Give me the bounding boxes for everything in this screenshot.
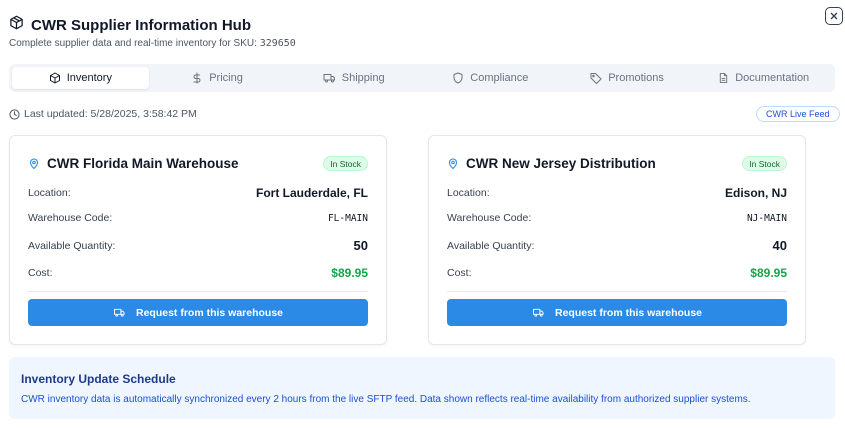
schedule-description: CWR inventory data is automatically sync…: [21, 394, 751, 405]
document-icon: [720, 72, 728, 84]
sku-value: 329650: [259, 38, 296, 49]
tab-label: Promotions: [608, 72, 664, 84]
map-pin-icon: [448, 158, 458, 170]
subtitle-text: Complete supplier data and real-time inv…: [9, 38, 260, 49]
location-row: Location: Fort Lauderdale, FL: [28, 186, 368, 200]
cost-label: Cost:: [447, 267, 472, 279]
tab-label: Pricing: [209, 72, 243, 84]
warehouse-code-value: NJ-MAIN: [746, 212, 787, 224]
tab-label: Compliance: [470, 72, 529, 84]
quantity-value: 40: [772, 238, 787, 253]
location-row: Location: Edison, NJ: [447, 186, 787, 200]
update-schedule-panel: Inventory Update Schedule CWR inventory …: [9, 357, 835, 419]
tab-label: Shipping: [341, 72, 385, 84]
divider: [447, 291, 787, 292]
live-feed-badge: CWR Live Feed: [756, 106, 840, 122]
map-pin-icon: [29, 158, 39, 170]
warehouse-card: CWR Florida Main Warehouse In Stock Loca…: [9, 135, 387, 345]
stock-badge: In Stock: [323, 156, 368, 171]
location-label: Location:: [447, 187, 490, 199]
location-label: Location:: [28, 187, 71, 199]
warehouse-card-header: CWR Florida Main Warehouse In Stock: [28, 156, 368, 171]
clock-icon: [9, 108, 20, 120]
cost-row: Cost: $89.95: [447, 266, 787, 280]
tab-promotions[interactable]: Promotions: [559, 67, 696, 89]
cost-row: Cost: $89.95: [28, 266, 368, 280]
location-value: Fort Lauderdale, FL: [255, 186, 368, 200]
warehouse-code-row: Warehouse Code: FL-MAIN: [28, 212, 368, 224]
tab-bar: Inventory Pricing Shipping Compliance Pr…: [9, 64, 835, 92]
warehouse-code-label: Warehouse Code:: [447, 212, 532, 224]
tab-label: Documentation: [735, 72, 810, 84]
header: CWR Supplier Information Hub: [9, 15, 251, 35]
schedule-title: Inventory Update Schedule: [21, 372, 176, 386]
warehouse-code-label: Warehouse Code:: [28, 212, 113, 224]
page-title: CWR Supplier Information Hub: [31, 16, 251, 34]
cost-value: $89.95: [331, 266, 368, 280]
cost-label: Cost:: [28, 267, 53, 279]
cost-value: $89.95: [750, 266, 787, 280]
tab-pricing[interactable]: Pricing: [149, 67, 286, 89]
warehouse-card: CWR New Jersey Distribution In Stock Loc…: [428, 135, 806, 345]
quantity-label: Available Quantity:: [447, 239, 535, 252]
request-button-label: Request from this warehouse: [554, 306, 703, 319]
stock-badge: In Stock: [742, 156, 787, 171]
quantity-value: 50: [353, 238, 368, 253]
close-button[interactable]: [825, 7, 843, 25]
package-icon: [9, 15, 24, 35]
truck-icon: [113, 308, 125, 317]
shield-icon: [453, 72, 463, 84]
box-icon: [49, 72, 60, 84]
last-updated: Last updated: 5/28/2025, 3:58:42 PM: [9, 108, 197, 120]
warehouse-name: CWR New Jersey Distribution: [466, 156, 656, 171]
warehouse-code-row: Warehouse Code: NJ-MAIN: [447, 212, 787, 224]
page-subtitle: Complete supplier data and real-time inv…: [9, 38, 296, 49]
warehouse-name: CWR Florida Main Warehouse: [47, 156, 239, 171]
tab-documentation[interactable]: Documentation: [695, 67, 832, 89]
truck-icon: [323, 74, 335, 83]
request-button-label: Request from this warehouse: [135, 306, 284, 319]
tab-inventory[interactable]: Inventory: [12, 67, 149, 89]
last-updated-text: Last updated: 5/28/2025, 3:58:42 PM: [24, 108, 197, 120]
request-warehouse-button[interactable]: Request from this warehouse: [447, 299, 787, 326]
warehouse-code-value: FL-MAIN: [327, 212, 368, 224]
request-warehouse-button[interactable]: Request from this warehouse: [28, 299, 368, 326]
quantity-row: Available Quantity: 40: [447, 238, 787, 253]
quantity-row: Available Quantity: 50: [28, 238, 368, 253]
quantity-label: Available Quantity:: [28, 239, 116, 252]
location-value: Edison, NJ: [724, 186, 787, 200]
tab-label: Inventory: [66, 72, 112, 84]
truck-icon: [532, 308, 544, 317]
tag-icon: [590, 73, 602, 84]
close-icon: [830, 12, 838, 20]
warehouse-card-header: CWR New Jersey Distribution In Stock: [447, 156, 787, 171]
dollar-icon: [193, 72, 201, 84]
tab-shipping[interactable]: Shipping: [285, 67, 422, 89]
divider: [28, 291, 368, 292]
tab-compliance[interactable]: Compliance: [422, 67, 559, 89]
